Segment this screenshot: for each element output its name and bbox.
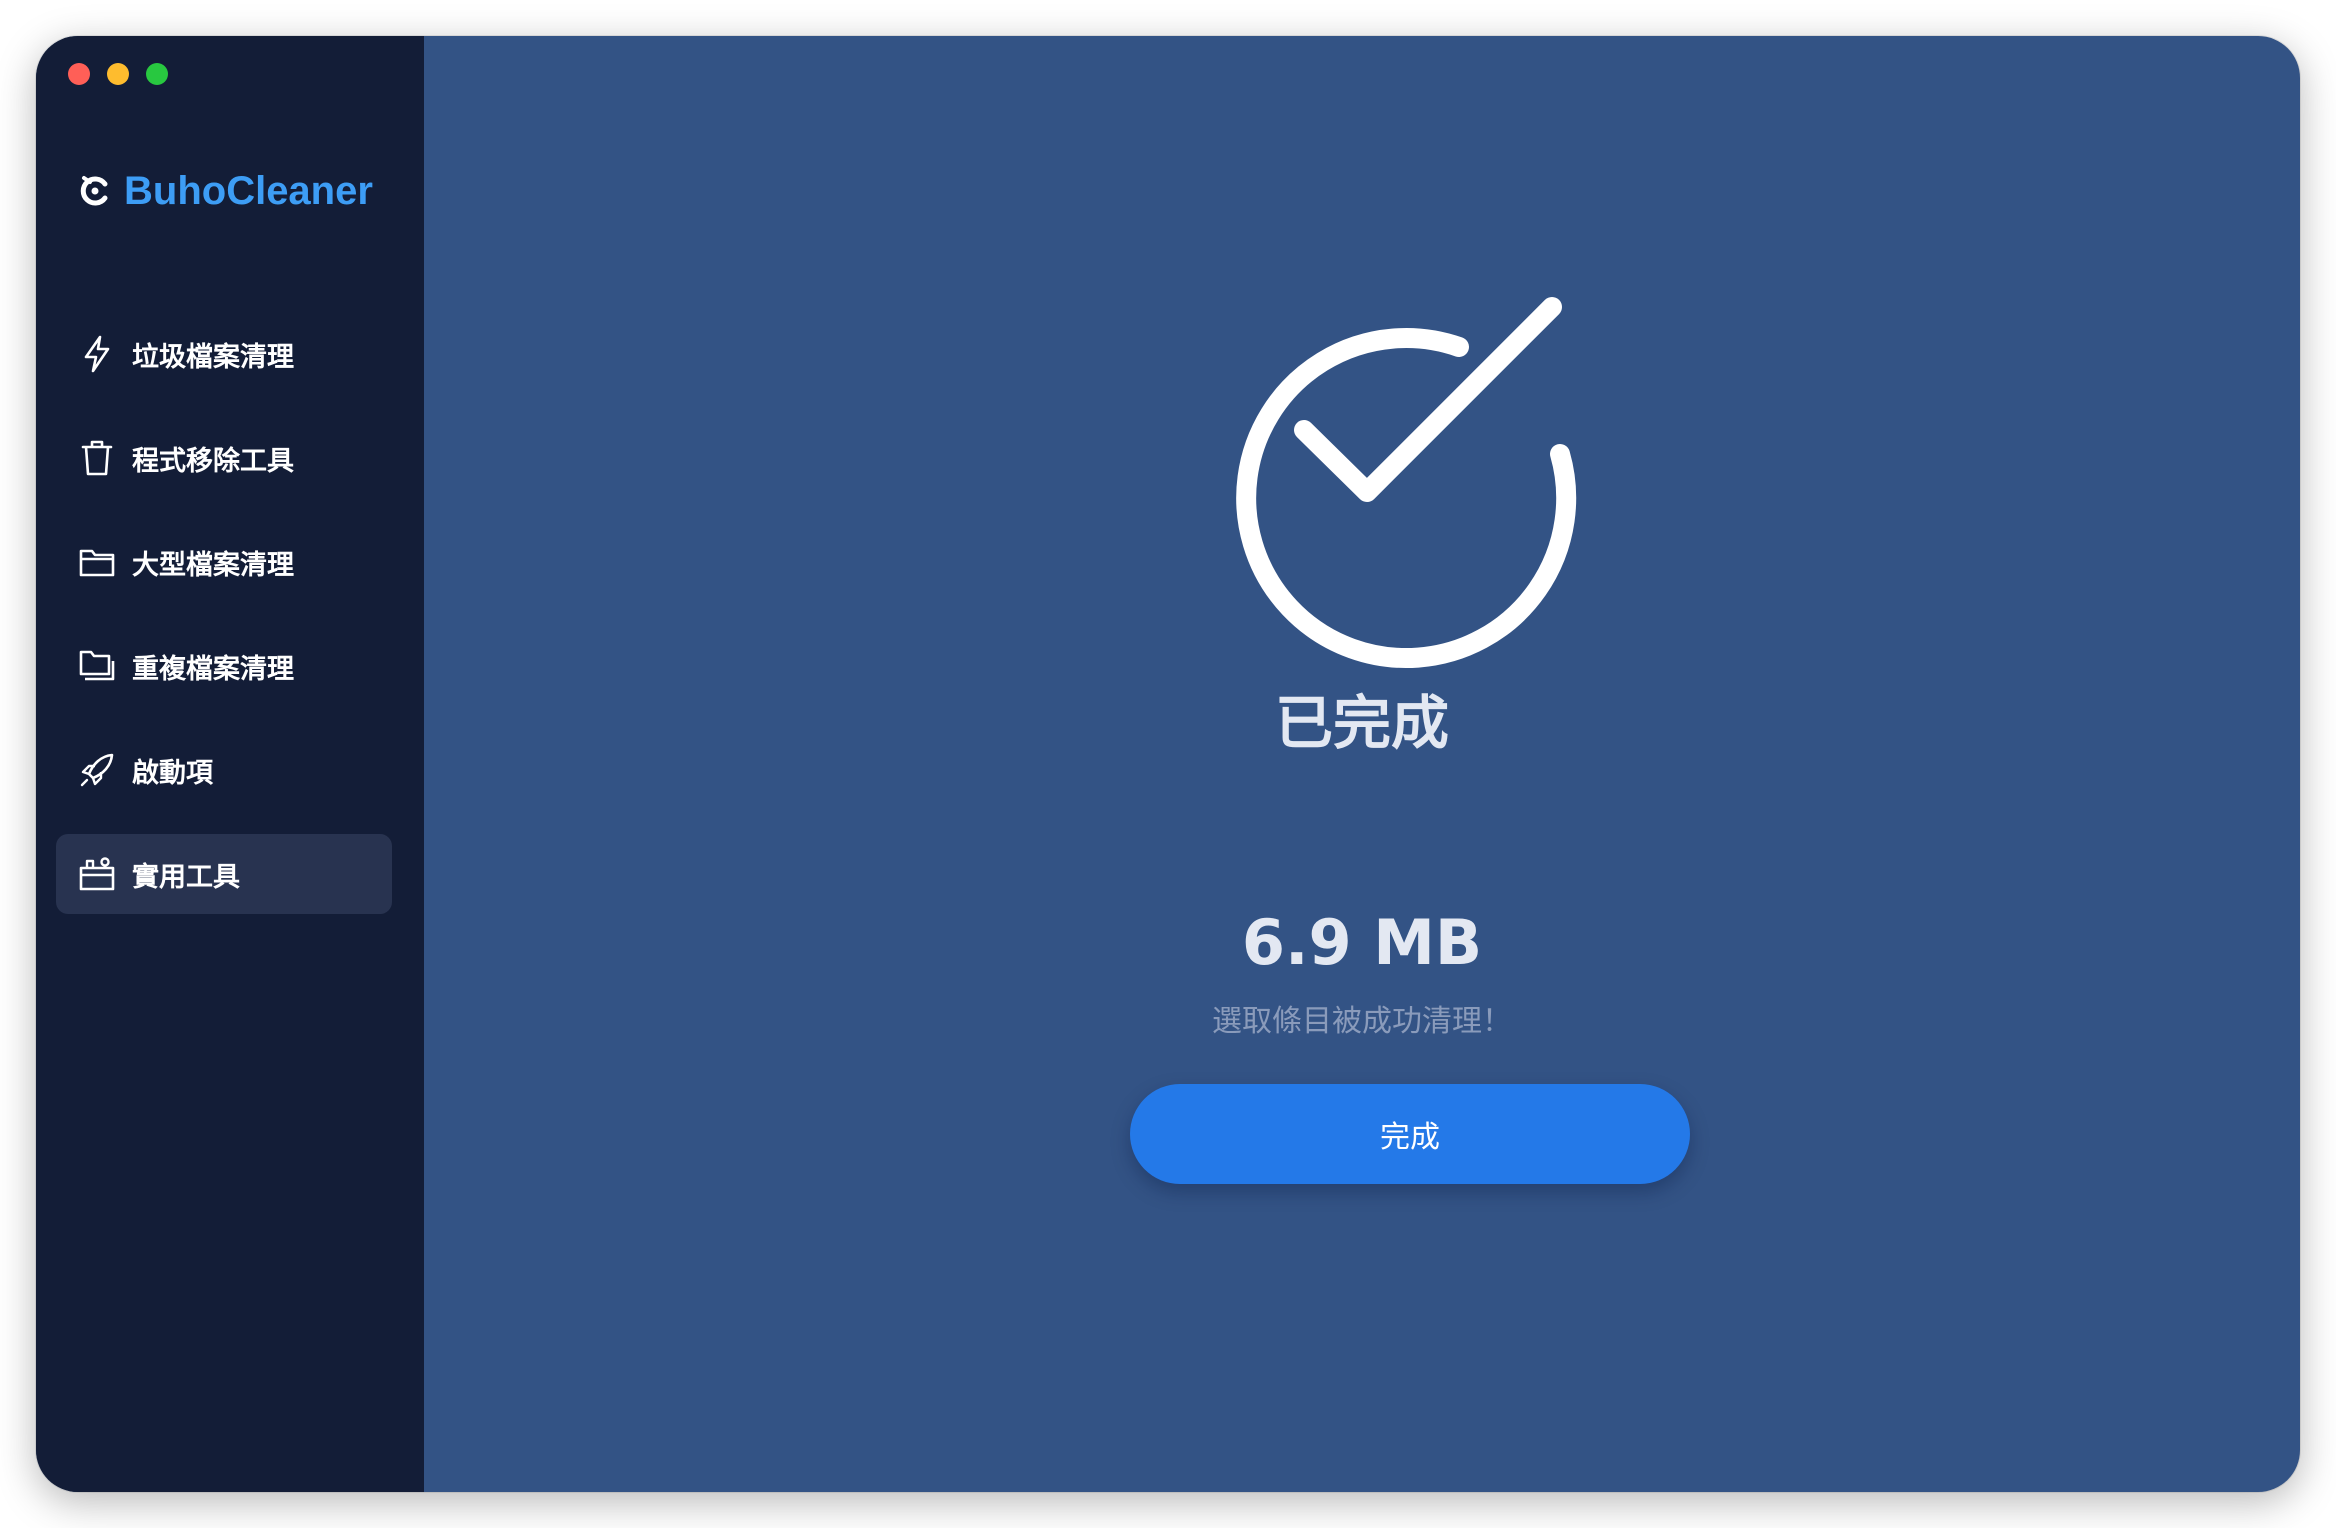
sidebar-item-label: 垃圾檔案清理 — [132, 341, 294, 373]
toolbox-icon — [78, 855, 116, 893]
close-window-button[interactable] — [68, 63, 90, 85]
sidebar: BuhoCleaner 垃圾檔案清理 程式移除工具 大型檔案清理 重複檔案清理 … — [36, 36, 424, 1492]
sidebar-item-large-files[interactable]: 大型檔案清理 — [56, 522, 392, 602]
sidebar-item-duplicate-files[interactable]: 重複檔案清理 — [56, 626, 392, 706]
lightning-bolt-icon — [78, 335, 116, 373]
sidebar-item-toolkit[interactable]: 實用工具 — [56, 834, 392, 914]
freed-size-value: 6.9 MB — [1241, 906, 1483, 979]
app-window: BuhoCleaner 垃圾檔案清理 程式移除工具 大型檔案清理 重複檔案清理 … — [36, 36, 2300, 1492]
sidebar-item-startup-items[interactable]: 啟動項 — [56, 730, 392, 810]
main-panel: 已完成 6.9 MB 選取條目被成功清理！ 完成 — [424, 36, 2300, 1492]
buhocleaner-logo-icon — [80, 176, 108, 206]
sidebar-item-junk-files[interactable]: 垃圾檔案清理 — [56, 314, 392, 394]
sidebar-item-label: 啟動項 — [132, 757, 213, 789]
status-title: 已完成 — [1274, 689, 1449, 757]
rocket-icon — [78, 751, 116, 789]
app-name: BuhoCleaner — [124, 168, 373, 213]
cleaned-message: 選取條目被成功清理！ — [1212, 1004, 1512, 1039]
brand: BuhoCleaner — [78, 161, 373, 221]
trash-can-icon — [78, 439, 116, 477]
folder-icon — [78, 543, 116, 581]
sidebar-item-app-uninstaller[interactable]: 程式移除工具 — [56, 418, 392, 498]
sidebar-item-label: 大型檔案清理 — [132, 549, 294, 581]
checkmark-circle-icon — [1236, 297, 1577, 669]
done-button[interactable]: 完成 — [1130, 1084, 1690, 1184]
zoom-window-button[interactable] — [146, 63, 168, 85]
sidebar-item-label: 實用工具 — [132, 861, 240, 893]
sidebar-item-label: 程式移除工具 — [132, 445, 294, 477]
sidebar-item-label: 重複檔案清理 — [132, 653, 294, 685]
duplicate-folder-icon — [78, 647, 116, 685]
minimize-window-button[interactable] — [107, 63, 129, 85]
